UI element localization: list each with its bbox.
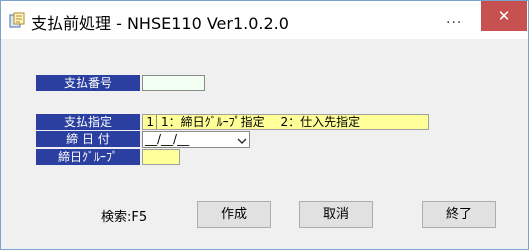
more-icon[interactable]: ... (446, 11, 462, 27)
shime-group-input[interactable] (142, 149, 180, 165)
shiharai-bango-label: 支払番号 (36, 75, 140, 91)
create-button[interactable]: 作成 (197, 201, 271, 228)
shime-hizuke-label: 締 日 付 (36, 131, 140, 147)
shiharai-shitei-input[interactable]: 1 (143, 115, 157, 129)
window-title: 支払前処理 - NHSE110 Ver1.0.2.0 (31, 14, 289, 33)
app-icon (9, 12, 25, 28)
shime-hizuke-value: __/__/__ (145, 132, 190, 146)
cancel-button[interactable]: 取消 (299, 201, 373, 228)
shime-hizuke-picker[interactable]: __/__/__ (142, 131, 250, 148)
shiharai-shitei-label: 支払指定 (36, 114, 140, 130)
chevron-down-icon[interactable] (237, 135, 247, 145)
close-button[interactable]: ✕ (481, 1, 527, 31)
app-window: 支払前処理 - NHSE110 Ver1.0.2.0 ... ✕ 支払番号 支払… (0, 0, 529, 250)
shime-group-label: 締日ｸﾞﾙｰﾌﾟ (36, 149, 140, 165)
shiharai-shitei-options: 1：締日ｸﾞﾙｰﾌﾟ指定 2：仕入先指定 (161, 115, 361, 129)
title-bar: 支払前処理 - NHSE110 Ver1.0.2.0 ... ✕ (1, 1, 528, 39)
form-area: 支払番号 支払指定 1 1：締日ｸﾞﾙｰﾌﾟ指定 2：仕入先指定 締 日 付 _… (9, 39, 520, 241)
exit-button[interactable]: 終了 (422, 201, 496, 228)
shiharai-bango-input[interactable] (142, 75, 205, 91)
search-hint: 検索:F5 (101, 210, 148, 225)
shiharai-shitei-field: 1 1：締日ｸﾞﾙｰﾌﾟ指定 2：仕入先指定 (142, 114, 429, 130)
